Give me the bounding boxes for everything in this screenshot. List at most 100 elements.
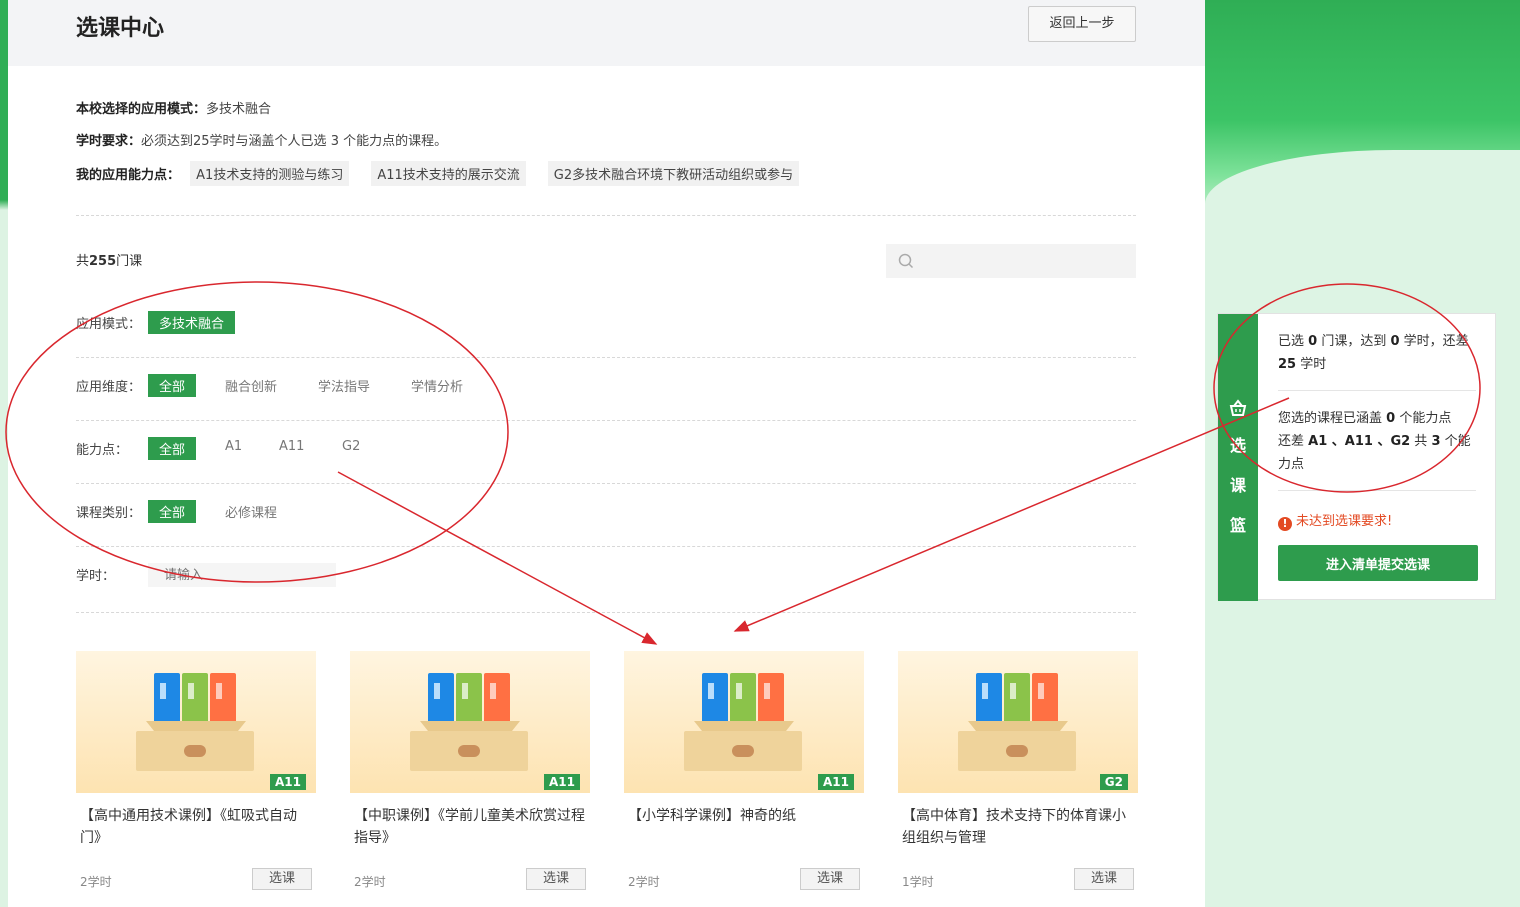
select-course-button[interactable]: 选课 xyxy=(800,868,860,890)
ability-badge: A11 xyxy=(270,774,306,790)
divider xyxy=(76,483,1136,484)
filter-category-option[interactable]: 必修课程 xyxy=(214,500,288,523)
summary-text: 共 xyxy=(1410,434,1432,449)
divider xyxy=(76,215,1136,216)
ability-tag: A1技术支持的测验与练习 xyxy=(190,161,350,186)
folder-box-icon xyxy=(410,673,528,771)
basket-tab[interactable]: 选 课 篮 xyxy=(1218,314,1258,601)
filter-category-label: 课程类别： xyxy=(76,506,142,521)
course-hours: 2学时 xyxy=(80,875,112,889)
abilities-label: 我的应用能力点： xyxy=(76,168,181,183)
requirement-warning: ! 未达到选课要求! xyxy=(1278,510,1392,531)
filter-dimension-label: 应用维度： xyxy=(76,380,142,395)
ability-tag: A11技术支持的展示交流 xyxy=(371,161,526,186)
summary-text: 门课，达到 xyxy=(1317,334,1391,349)
filter-mode-option[interactable]: 多技术融合 xyxy=(148,311,236,334)
course-card[interactable]: A11 【中职课例】《学前儿童美术欣赏过程指导》 2学时 选课 xyxy=(350,651,590,901)
filter-dimension-option[interactable]: 学情分析 xyxy=(400,374,474,397)
course-hours: 2学时 xyxy=(354,875,386,889)
search-input[interactable] xyxy=(920,244,1130,278)
header: 选课中心 返回上一步 xyxy=(8,0,1205,66)
total-prefix: 共 xyxy=(76,254,90,269)
filter-ability-option[interactable]: A1 xyxy=(214,437,253,456)
filter-category-all[interactable]: 全部 xyxy=(148,500,197,523)
divider xyxy=(76,357,1136,358)
hours-value: 必须达到25学时与涵盖个人已选 3 个能力点的课程。 xyxy=(141,134,448,149)
course-basket: 选 课 篮 已选 0 门课，达到 0 学时，还差 25 学时 您选的课程已涵盖 … xyxy=(1217,313,1496,601)
missing-abilities: A1 、A11 、G2 xyxy=(1308,434,1411,449)
summary-text: 学时 xyxy=(1296,357,1327,372)
mode-value: 多技术融合 xyxy=(206,102,272,117)
hours-input[interactable] xyxy=(148,563,336,587)
folder-box-icon xyxy=(958,673,1076,771)
summary-text: 个能力点 xyxy=(1395,411,1452,426)
filter-ability-option[interactable]: A11 xyxy=(268,437,315,456)
course-card[interactable]: A11 【高中通用技术课例】《虹吸式自动门》 2学时 选课 xyxy=(76,651,316,901)
basket-tab-char: 课 xyxy=(1229,476,1246,495)
remaining-hours: 25 xyxy=(1278,357,1297,372)
main-panel: 选课中心 返回上一步 本校选择的应用模式：多技术融合 学时要求：必须达到25学时… xyxy=(8,0,1205,907)
course-total: 共255门课 xyxy=(76,250,142,269)
ability-badge: A11 xyxy=(544,774,580,790)
basket-ability-summary: 您选的课程已涵盖 0 个能力点 还差 A1 、A11 、G2 共 3 个能力点 xyxy=(1278,407,1478,476)
folder-box-icon xyxy=(136,673,254,771)
ability-badge: A11 xyxy=(818,774,854,790)
background-left xyxy=(0,0,8,907)
course-title[interactable]: 【小学科学课例】神奇的纸 xyxy=(628,805,862,827)
submit-selection-button[interactable]: 进入清单提交选课 xyxy=(1278,545,1478,581)
divider xyxy=(1278,390,1476,391)
course-title[interactable]: 【高中通用技术课例】《虹吸式自动门》 xyxy=(80,805,314,849)
basket-icon xyxy=(1229,399,1247,416)
warning-text: 未达到选课要求! xyxy=(1296,514,1393,529)
basket-tab-char: 篮 xyxy=(1229,516,1246,535)
course-title[interactable]: 【中职课例】《学前儿童美术欣赏过程指导》 xyxy=(354,805,588,849)
filter-mode-label: 应用模式： xyxy=(76,317,142,332)
divider xyxy=(76,420,1136,421)
divider xyxy=(1278,490,1476,491)
course-thumbnail[interactable]: A11 xyxy=(76,651,316,793)
summary-text: 学时，还差 xyxy=(1399,334,1469,349)
search-icon xyxy=(898,253,914,269)
summary-text: 您选的课程已涵盖 xyxy=(1278,411,1387,426)
filter-ability-option[interactable]: G2 xyxy=(331,437,371,456)
filter-dimension-all[interactable]: 全部 xyxy=(148,374,197,397)
mode-info: 本校选择的应用模式：多技术融合 xyxy=(76,98,271,117)
mode-label: 本校选择的应用模式： xyxy=(76,102,207,117)
divider xyxy=(76,612,1136,613)
course-thumbnail[interactable]: G2 xyxy=(898,651,1138,793)
total-count: 255 xyxy=(89,254,117,269)
filter-ability-all[interactable]: 全部 xyxy=(148,437,197,460)
total-suffix: 门课 xyxy=(116,254,143,269)
course-hours: 2学时 xyxy=(628,875,660,889)
select-course-button[interactable]: 选课 xyxy=(252,868,312,890)
filter-dimension-option[interactable]: 融合创新 xyxy=(214,374,288,397)
course-card[interactable]: A11 【小学科学课例】神奇的纸 2学时 选课 xyxy=(624,651,864,901)
basket-tab-label: 选 课 篮 xyxy=(1229,426,1247,546)
course-thumbnail[interactable]: A11 xyxy=(350,651,590,793)
course-title[interactable]: 【高中体育】技术支持下的体育课小组组织与管理 xyxy=(902,805,1136,849)
course-card[interactable]: G2 【高中体育】技术支持下的体育课小组组织与管理 1学时 选课 xyxy=(898,651,1138,901)
course-thumbnail[interactable]: A11 xyxy=(624,651,864,793)
covered-count: 0 xyxy=(1386,411,1396,426)
achieved-hours: 0 xyxy=(1390,334,1400,349)
folder-box-icon xyxy=(684,673,802,771)
back-button[interactable]: 返回上一步 xyxy=(1028,6,1136,42)
warning-icon: ! xyxy=(1278,517,1292,531)
hours-info: 学时要求：必须达到25学时与涵盖个人已选 3 个能力点的课程。 xyxy=(76,130,447,149)
basket-hours-summary: 已选 0 门课，达到 0 学时，还差 25 学时 xyxy=(1278,330,1478,376)
summary-text: 已选 xyxy=(1278,334,1309,349)
search-box[interactable] xyxy=(886,244,1136,278)
hours-label: 学时要求： xyxy=(76,134,142,149)
summary-text: 还差 xyxy=(1278,434,1309,449)
divider xyxy=(76,546,1136,547)
course-hours: 1学时 xyxy=(902,875,934,889)
basket-tab-char: 选 xyxy=(1229,436,1246,455)
page-title: 选课中心 xyxy=(76,16,165,41)
ability-tag: G2多技术融合环境下教研活动组织或参与 xyxy=(547,161,800,186)
abilities-info: 我的应用能力点： A1技术支持的测验与练习 A11技术支持的展示交流 G2多技术融合… xyxy=(76,161,821,186)
select-course-button[interactable]: 选课 xyxy=(526,868,586,890)
selected-count: 0 xyxy=(1308,334,1318,349)
filter-dimension-option[interactable]: 学法指导 xyxy=(307,374,381,397)
select-course-button[interactable]: 选课 xyxy=(1074,868,1134,890)
filter-hours-label: 学时： xyxy=(76,569,116,584)
